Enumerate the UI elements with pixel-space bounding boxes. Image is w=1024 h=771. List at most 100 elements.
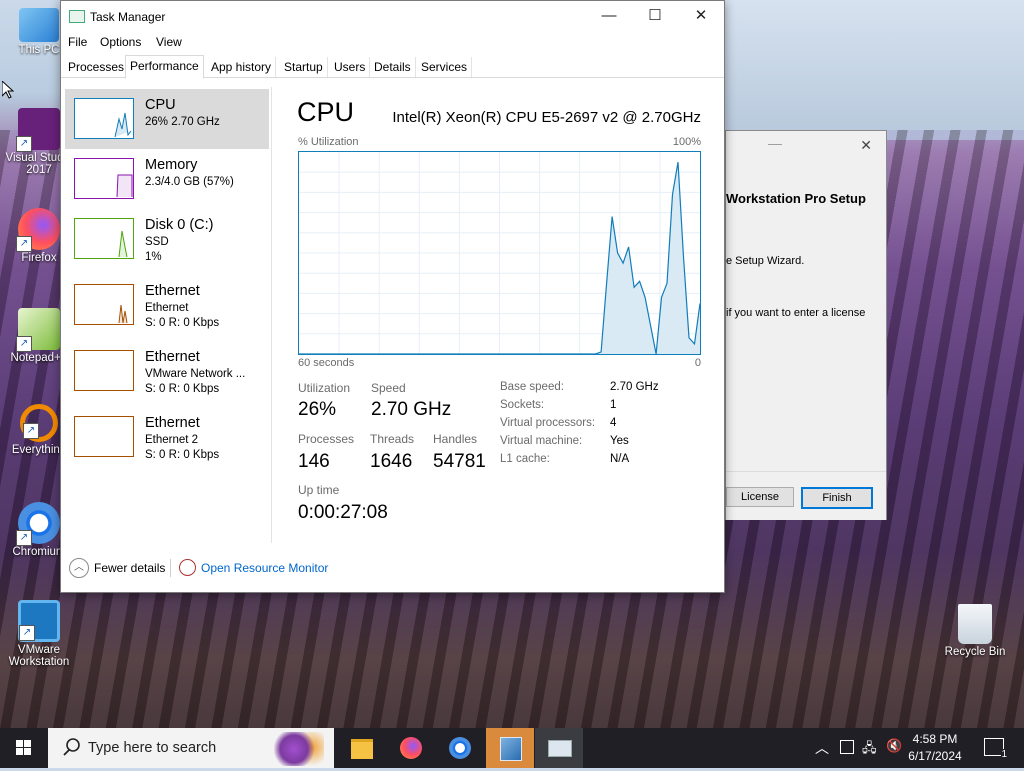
handles-value: 54781 — [433, 451, 486, 472]
license-button[interactable]: License — [726, 487, 794, 507]
action-center-icon[interactable]: 1 — [984, 738, 1007, 760]
disk-thumbnail-graph — [74, 218, 134, 259]
search-placeholder: Type here to search — [88, 740, 217, 756]
sidebar-item-sub: 1% — [145, 251, 162, 263]
footer-bar: ︿ Fewer details Open Resource Monitor — [61, 549, 724, 589]
close-icon[interactable]: ✕ — [860, 137, 872, 154]
menu-view[interactable]: View — [156, 35, 182, 49]
utilization-label: Utilization — [298, 381, 351, 395]
task-manager-icon — [548, 740, 572, 757]
start-button[interactable] — [0, 728, 48, 768]
cpu-thumbnail-graph — [74, 98, 134, 139]
sidebar-item-ethernet[interactable]: Ethernet Ethernet S: 0 R: 0 Kbps — [65, 275, 269, 335]
speed-label: Speed — [371, 381, 406, 395]
cpu-model: Intel(R) Xeon(R) CPU E5-2697 v2 @ 2.70GH… — [392, 109, 701, 126]
sidebar-item-ethernet-vmware[interactable]: Ethernet VMware Network ... S: 0 R: 0 Kb… — [65, 341, 269, 401]
notification-count: 1 — [1001, 749, 1007, 760]
firefox-icon — [400, 737, 422, 759]
shortcut-arrow-icon: ↗ — [19, 625, 35, 641]
fewer-details-link[interactable]: Fewer details — [94, 561, 165, 575]
file-explorer-taskbar-button[interactable] — [338, 728, 386, 768]
setup-text: e Setup Wizard. — [726, 255, 805, 267]
desktop-icon-label: VMware Workstation — [8, 644, 70, 668]
shortcut-arrow-icon: ↗ — [16, 530, 32, 546]
sidebar-item-sub: Ethernet — [145, 302, 189, 314]
sidebar-item-sub: 2.3/4.0 GB (57%) — [145, 176, 234, 188]
computer-icon — [19, 8, 59, 42]
shortcut-arrow-icon: ↗ — [16, 336, 32, 352]
threads-value: 1646 — [370, 451, 413, 472]
detail-key: Base speed: — [500, 381, 564, 393]
detail-key: Virtual processors: — [500, 417, 596, 429]
handles-label: Handles — [433, 432, 478, 446]
minimize-button[interactable]: — — [586, 1, 632, 31]
desktop-icon-vmware[interactable]: ↗ VMware Workstation — [0, 600, 78, 668]
desktop-icon-label: Recycle Bin — [944, 646, 1006, 658]
sidebar-item-sub: Ethernet 2 — [145, 434, 199, 446]
sidebar-item-sub: SSD — [145, 236, 169, 248]
setup-title: Workstation Pro Setup — [726, 191, 866, 206]
window-title: Task Manager — [90, 10, 166, 24]
folder-icon — [351, 739, 373, 759]
finish-button[interactable]: Finish — [801, 487, 873, 509]
show-hidden-icons-chevron-icon[interactable]: ︿ — [815, 738, 829, 758]
tab-processes[interactable]: Processes — [64, 57, 130, 77]
detail-key: L1 cache: — [500, 453, 550, 465]
menu-bar: File Options View — [61, 32, 724, 52]
vmware-setup-taskbar-button[interactable] — [486, 728, 534, 768]
desktop-icon-recycle-bin[interactable]: Recycle Bin — [936, 604, 1014, 658]
chromium-taskbar-button[interactable] — [436, 728, 484, 768]
windows-logo-icon — [16, 740, 31, 755]
network-icon[interactable]: 🖧 — [862, 739, 877, 761]
chevron-up-icon[interactable]: ︿ — [69, 558, 89, 578]
sidebar-item-cpu[interactable]: CPU 26% 2.70 GHz — [65, 89, 269, 149]
sidebar-item-disk[interactable]: Disk 0 (C:) SSD 1% — [65, 209, 269, 269]
firefox-taskbar-button[interactable] — [387, 728, 435, 768]
close-button[interactable]: ✕ — [678, 1, 724, 31]
open-resource-monitor-link[interactable]: Open Resource Monitor — [201, 561, 328, 575]
shortcut-arrow-icon: ↗ — [23, 423, 39, 439]
tab-performance[interactable]: Performance — [125, 55, 204, 79]
menu-file[interactable]: File — [68, 35, 87, 49]
installer-icon — [500, 737, 522, 761]
utilization-value: 26% — [298, 399, 337, 420]
tab-details[interactable]: Details — [370, 57, 416, 77]
maximize-button[interactable]: ☐ — [632, 1, 678, 31]
search-highlight-image — [274, 732, 324, 766]
minimize-icon[interactable]: — — [768, 135, 782, 151]
title-bar[interactable]: Task Manager — ☐ ✕ — [61, 1, 724, 31]
tablet-icon[interactable] — [840, 740, 854, 754]
firefox-icon: ↗ — [16, 208, 60, 252]
menu-options[interactable]: Options — [100, 35, 141, 49]
taskbar-search-box[interactable]: Type here to search — [48, 728, 334, 768]
task-manager-taskbar-button[interactable] — [535, 728, 583, 768]
footer-separator — [170, 559, 171, 577]
graph-x-label: 60 seconds — [298, 357, 355, 369]
sidebar-item-name: Memory — [145, 157, 198, 173]
detail-key: Sockets: — [500, 399, 545, 411]
sidebar-item-sub: S: 0 R: 0 Kbps — [145, 449, 220, 461]
clock-time: 4:58 PM — [912, 732, 958, 746]
pane-divider — [271, 87, 272, 543]
chromium-icon — [449, 737, 471, 759]
detail-value: 1 — [610, 399, 617, 411]
resource-monitor-icon — [179, 559, 196, 576]
detail-key: Virtual machine: — [500, 435, 583, 447]
mouse-cursor-icon — [2, 81, 14, 99]
sidebar-item-ethernet-2[interactable]: Ethernet Ethernet 2 S: 0 R: 0 Kbps — [65, 407, 269, 467]
clock-date: 6/17/2024 — [908, 749, 962, 763]
detail-value: Yes — [610, 435, 629, 447]
ethernet-thumbnail-graph — [74, 350, 134, 391]
uptime-value: 0:00:27:08 — [298, 502, 388, 523]
tab-startup[interactable]: Startup — [280, 57, 328, 77]
page-title: CPU — [297, 97, 355, 127]
tab-app-history[interactable]: App history — [207, 57, 277, 77]
sidebar-item-memory[interactable]: Memory 2.3/4.0 GB (57%) — [65, 149, 269, 209]
tab-services[interactable]: Services — [417, 57, 473, 77]
volume-muted-icon[interactable]: 🔇 — [886, 738, 902, 754]
clock[interactable]: 4:58 PM 6/17/2024 — [905, 732, 965, 763]
tab-users[interactable]: Users — [330, 57, 371, 77]
task-manager-window: Task Manager — ☐ ✕ File Options View Pro… — [60, 0, 725, 593]
uptime-label: Up time — [298, 483, 340, 497]
sidebar-item-sub: S: 0 R: 0 Kbps — [145, 317, 220, 329]
